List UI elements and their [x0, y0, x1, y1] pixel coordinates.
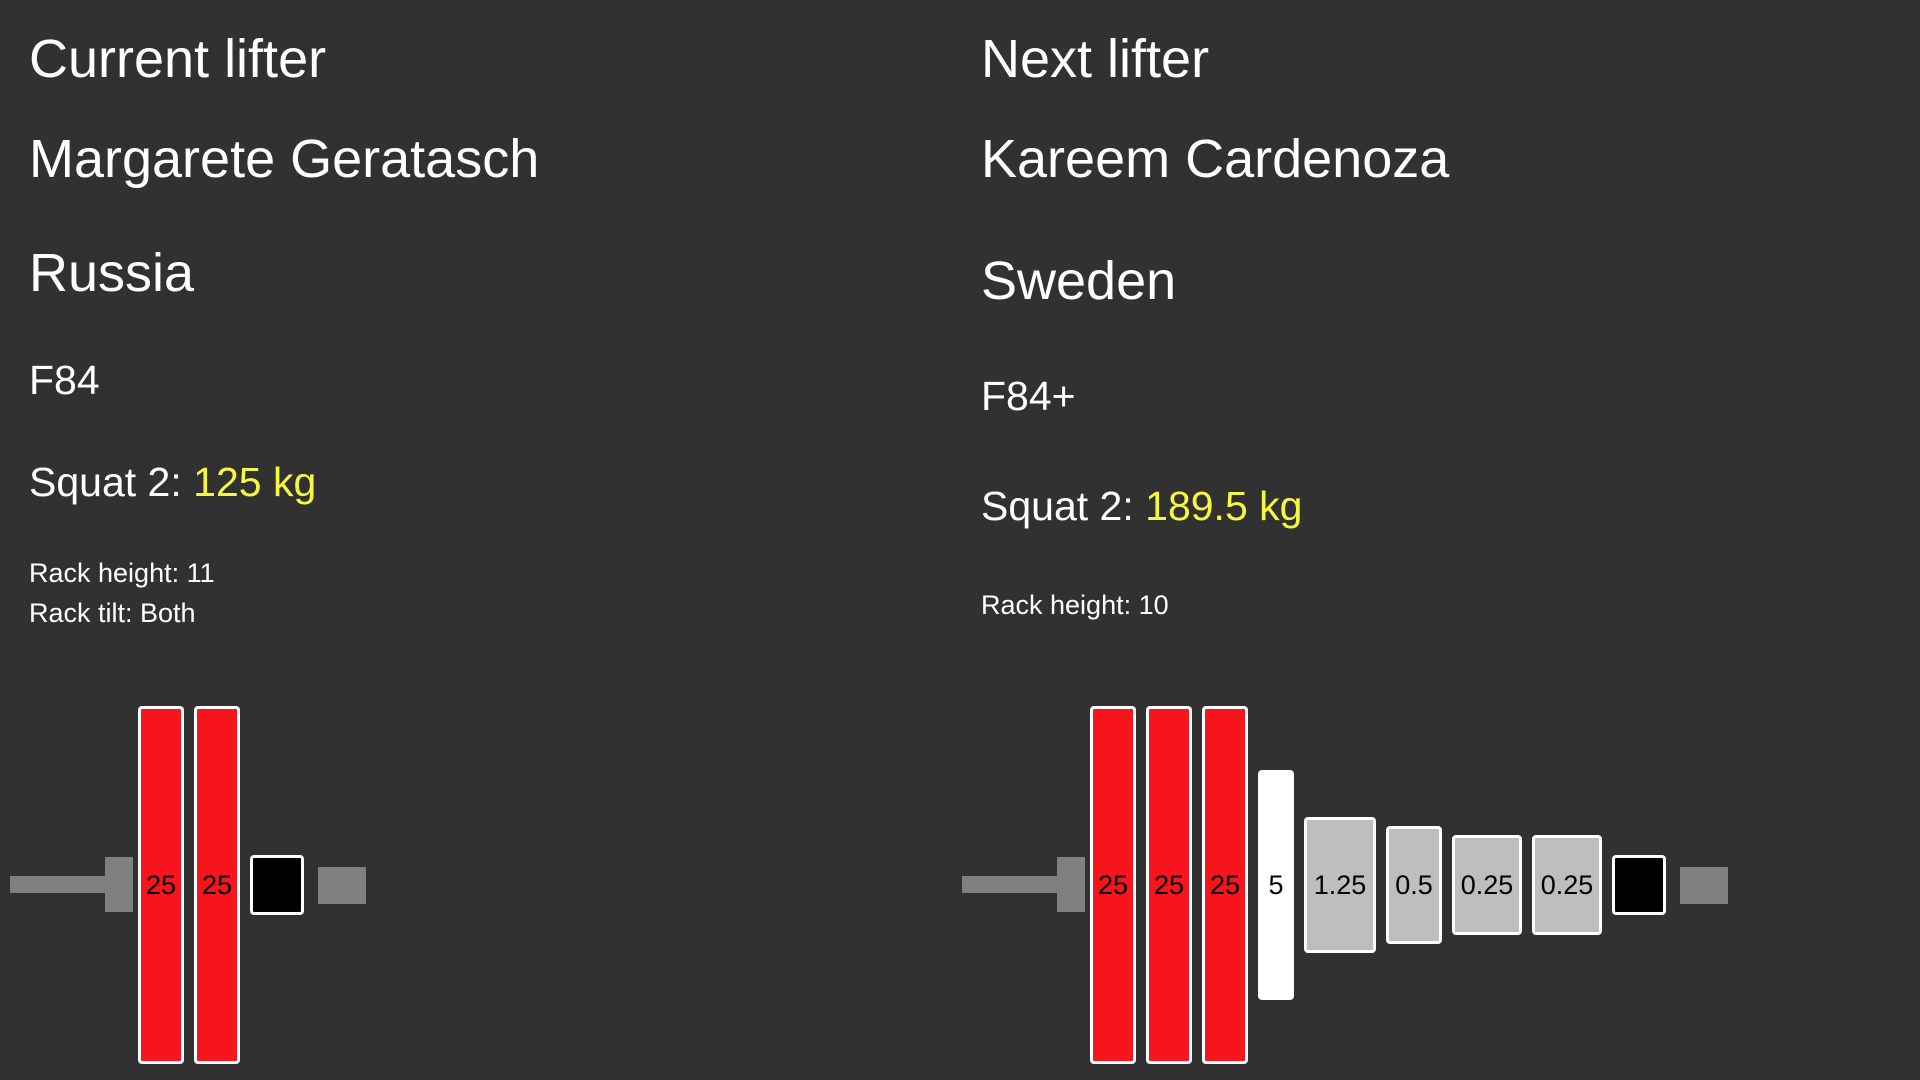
bar-end [318, 866, 366, 904]
current-lifter-name: Margarete Geratasch [29, 129, 540, 189]
next-lifter-heading: Next lifter [981, 29, 1210, 89]
current-lifter-panel: Current lifter Margarete Geratasch Russi… [0, 0, 952, 1080]
next-lifter-name: Kareem Cardenoza [981, 129, 1450, 189]
plate-red: 25 [1202, 706, 1248, 1064]
bar-inner-collar [1057, 857, 1085, 912]
bar-end [1680, 866, 1728, 904]
plate-white: 5 [1258, 770, 1294, 1000]
bar-inner-collar [105, 857, 133, 912]
next-plate-stack: 25 25 25 5 1.25 0.5 0.25 0.25 [1090, 700, 1728, 1070]
plate-grey: 1.25 [1304, 817, 1376, 953]
current-barbell: 25 25 [0, 700, 952, 1070]
current-rack-tilt: Rack tilt: Both [29, 598, 196, 628]
current-attempt-label: Squat 2: [29, 459, 182, 505]
bar-shaft [10, 876, 105, 893]
current-lifter-weight-class: F84 [29, 357, 100, 403]
next-lifter-weight-class: F84+ [981, 373, 1076, 419]
collar [1612, 855, 1666, 915]
next-attempt-weight: 189.5 kg [1145, 483, 1303, 529]
plate-red: 25 [1090, 706, 1136, 1064]
next-barbell: 25 25 25 5 1.25 0.5 0.25 0.25 [952, 700, 1904, 1070]
collar [250, 855, 304, 915]
current-lifter-country: Russia [29, 243, 195, 303]
bar-shaft [962, 876, 1057, 893]
next-lifter-panel: Next lifter Kareem Cardenoza Sweden F84+… [952, 0, 1904, 1080]
next-lifter-attempt: Squat 2: 189.5 kg [981, 486, 1302, 527]
plate-grey: 0.25 [1532, 835, 1602, 935]
next-lifter-country: Sweden [981, 251, 1177, 311]
plate-red: 25 [194, 706, 240, 1064]
current-lifter-heading: Current lifter [29, 29, 327, 89]
current-rack-height: Rack height: 11 [29, 558, 215, 588]
next-attempt-label: Squat 2: [981, 483, 1134, 529]
plate-red: 25 [138, 706, 184, 1064]
current-lifter-attempt: Squat 2: 125 kg [29, 462, 316, 503]
current-plate-stack: 25 25 [138, 700, 366, 1070]
current-attempt-weight: 125 kg [193, 459, 317, 505]
next-rack-height: Rack height: 10 [981, 590, 1169, 620]
plate-grey: 0.5 [1386, 826, 1442, 944]
plate-red: 25 [1146, 706, 1192, 1064]
plate-grey: 0.25 [1452, 835, 1522, 935]
